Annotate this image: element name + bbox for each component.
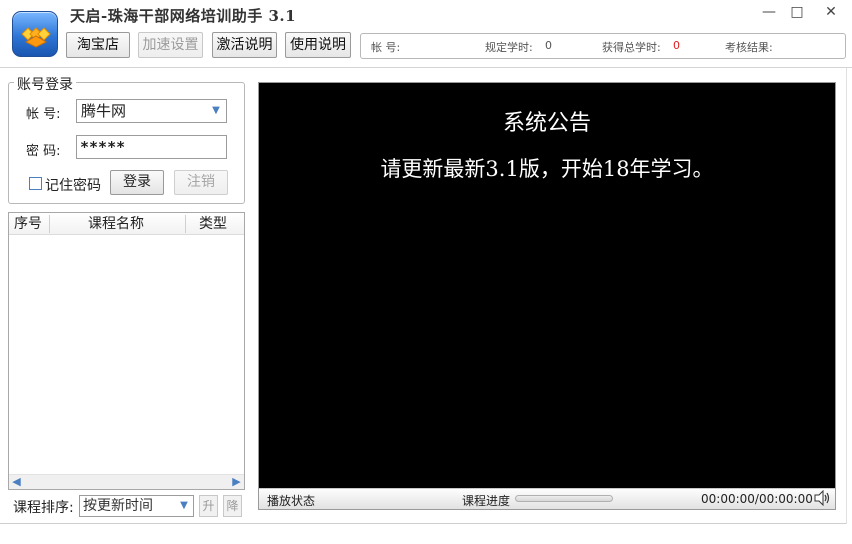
speaker-icon[interactable] [813,489,831,509]
column-header-type[interactable]: 类型 [199,213,227,235]
chevron-down-icon[interactable]: ▼ [209,100,223,122]
password-field[interactable]: ***** [76,135,227,159]
minimize-button[interactable]: — [758,2,780,22]
course-sort-combobox[interactable]: 按更新时间 ▼ [79,495,194,517]
logout-button[interactable]: 注销 [174,170,228,195]
video-player[interactable] [258,82,836,510]
login-button[interactable]: 登录 [110,170,164,195]
sort-ascending-button[interactable]: 升 [199,495,218,517]
activation-guide-button[interactable]: 激活说明 [212,32,277,58]
earned-hours-value: 0 [673,39,680,52]
speed-settings-button[interactable]: 加速设置 [138,32,203,58]
column-divider [185,215,186,233]
column-header-index[interactable]: 序号 [14,213,42,235]
account-combobox[interactable]: 腾牛网 ▼ [76,99,227,123]
scroll-right-icon[interactable]: ▶ [229,475,244,489]
scroll-left-icon[interactable]: ◀ [9,475,24,489]
course-list[interactable] [8,212,245,490]
sort-descending-button[interactable]: 降 [223,495,242,517]
usage-guide-button[interactable]: 使用说明 [285,32,351,58]
play-status-label: 播放状态 [267,494,316,508]
close-button[interactable]: ✕ [820,2,842,22]
password-label: 密 码: [26,144,61,159]
course-list-header: 序号 课程名称 类型 [9,213,244,235]
login-group-title: 账号登录 [14,74,76,94]
app-title: 天启-珠海干部网络培训助手 3.1 [70,7,297,25]
progress-label: 课程进度 [462,494,511,508]
app-logo-icon [12,11,58,57]
taobao-shop-button[interactable]: 淘宝店 [66,32,130,58]
remember-password-checkbox[interactable] [29,177,42,190]
maximize-button[interactable]: □ [786,2,808,22]
assessment-result-label: 考核结果: [725,41,773,54]
account-value: 腾牛网 [81,102,127,120]
right-edge-divider [846,68,847,524]
header-divider [0,67,852,68]
column-header-course-name[interactable]: 课程名称 [88,213,144,235]
account-status-label: 帐 号: [371,41,401,54]
course-sort-value: 按更新时间 [83,498,153,514]
time-display: 00:00:00/00:00:00 [701,492,813,506]
bottom-divider [0,523,846,524]
horizontal-scrollbar[interactable]: ◀ ▶ [9,474,244,489]
notice-body: 请更新最新3.1版，开始18年学习。 [380,157,714,181]
required-hours-value: 0 [545,39,552,52]
column-divider [49,215,50,233]
required-hours-label: 规定学时: [485,41,533,54]
chevron-down-icon[interactable]: ▼ [178,496,190,516]
account-label: 帐 号: [26,107,61,122]
status-panel: 帐 号: 规定学时: 0 获得总学时: 0 考核结果: [360,33,846,59]
course-sort-label: 课程排序: [13,500,74,516]
earned-hours-label: 获得总学时: [602,41,661,54]
player-control-bar: 播放状态 课程进度 00:00:00/00:00:00 [259,488,835,509]
course-progress-bar[interactable] [515,495,613,502]
notice-title: 系统公告 [502,111,591,136]
remember-password-label[interactable]: 记住密码 [45,175,101,195]
